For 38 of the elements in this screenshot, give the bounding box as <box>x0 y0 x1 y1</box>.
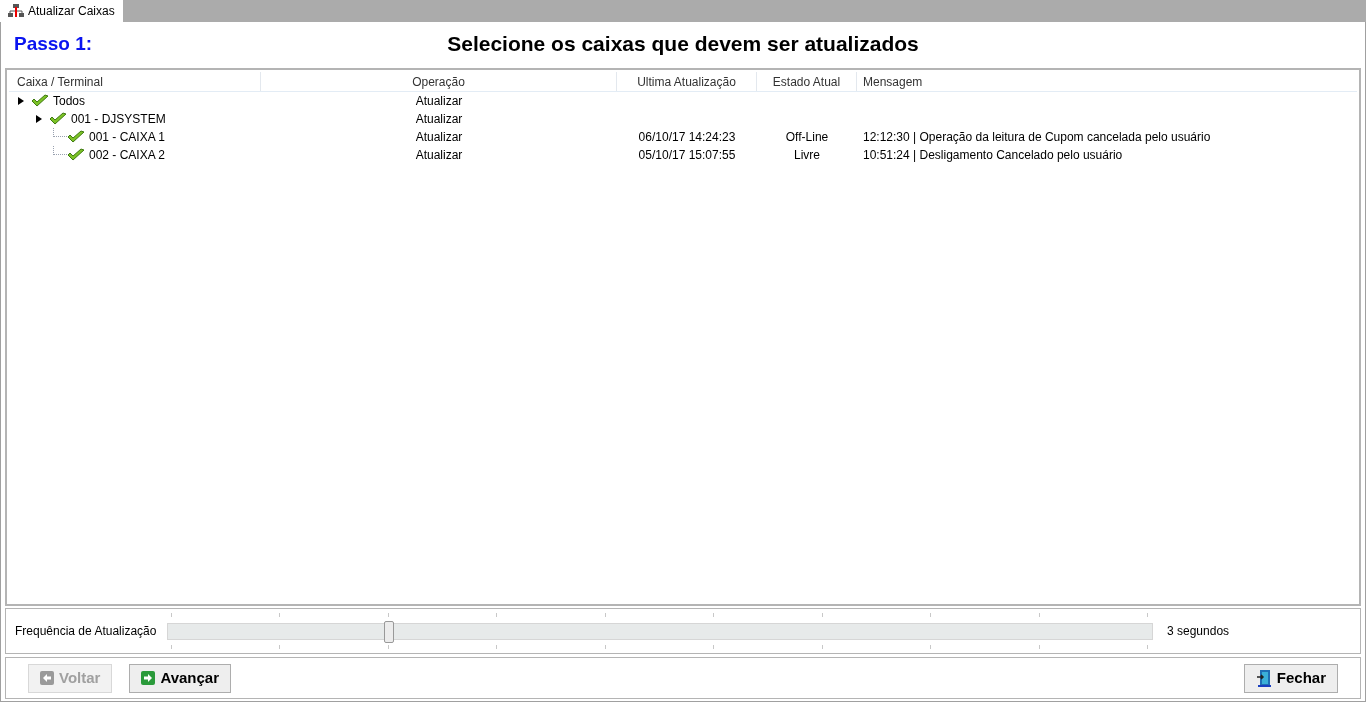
right-arrow-icon <box>141 671 156 685</box>
page-heading: Selecione os caixas que devem ser atualizados <box>446 31 920 58</box>
column-header[interactable]: Ultima Atualização <box>617 72 757 91</box>
checkmark-icon[interactable] <box>49 112 67 126</box>
column-header[interactable]: Operação <box>261 72 617 91</box>
table-cell: Atualizar <box>415 94 463 108</box>
checkmark-icon[interactable] <box>67 130 85 144</box>
expanded-arrow-icon[interactable] <box>35 114 43 124</box>
slider-track[interactable] <box>167 623 1153 640</box>
step-label: Passo 1: <box>14 31 94 56</box>
column-header[interactable]: Mensagem <box>857 72 1357 91</box>
column-header[interactable]: Estado Atual <box>757 72 857 91</box>
close-button[interactable]: Fechar <box>1243 663 1338 693</box>
checkmark-icon[interactable] <box>31 94 49 108</box>
tree-item[interactable]: 001 - CAIXA 1 <box>89 128 166 146</box>
checkmark-icon[interactable] <box>67 148 85 162</box>
table-cell: Off-Line <box>785 130 829 144</box>
column-header[interactable]: Caixa / Terminal <box>9 72 261 91</box>
table-cell: Livre <box>794 148 820 162</box>
expanded-arrow-icon[interactable] <box>17 96 25 106</box>
table-cell: 05/10/17 15:07:55 <box>638 148 736 162</box>
table-cell: Atualizar <box>415 112 463 126</box>
table-cell: 10:51:24 | Desligamento Cancelado pelo usuário <box>863 148 1123 162</box>
tab[interactable]: Atualizar Caixas <box>0 0 123 22</box>
table-cell: 12:12:30 | Operação da leitura de Cupom cancelada pelo usuário <box>863 130 1211 144</box>
tree-item[interactable]: 001 - DJSYSTEM <box>71 110 166 128</box>
left-arrow-icon <box>40 671 54 685</box>
slider-value: 3 segundos <box>1167 623 1230 640</box>
next-button[interactable]: Avançar <box>129 663 232 693</box>
slider-thumb[interactable] <box>383 621 394 643</box>
slider-label: Frequência de Atualização <box>15 623 158 640</box>
table-cell: Atualizar <box>415 130 463 144</box>
tree-item[interactable]: Todos <box>53 92 86 110</box>
tree-item[interactable]: 002 - CAIXA 2 <box>89 146 166 164</box>
table-cell: Atualizar <box>415 148 463 162</box>
table-cell: 06/10/17 14:24:23 <box>638 130 736 144</box>
door-icon <box>1255 669 1272 687</box>
network-icon <box>8 4 24 18</box>
